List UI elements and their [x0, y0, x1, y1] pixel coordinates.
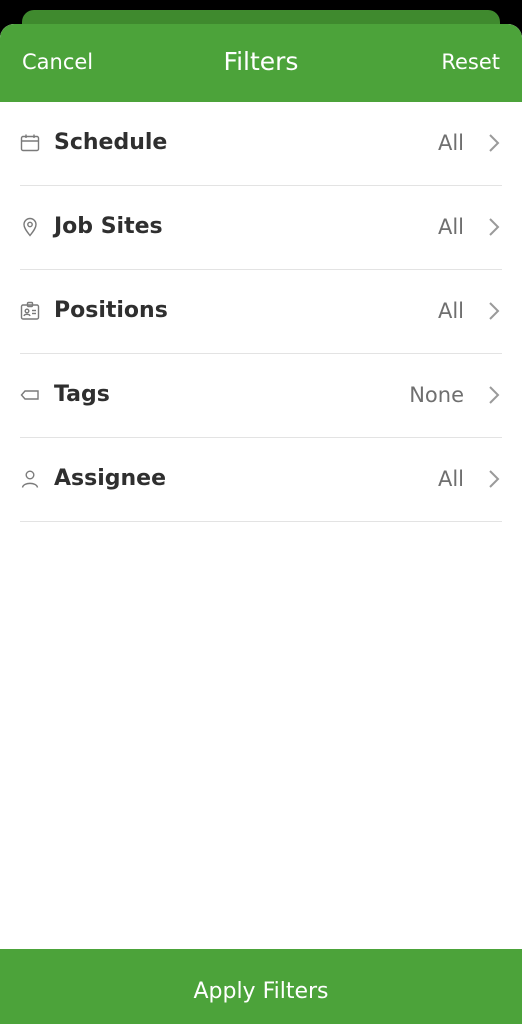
- apply-filters-button[interactable]: Apply Filters: [0, 949, 522, 1024]
- cancel-button[interactable]: Cancel: [22, 50, 93, 74]
- filter-row-tags[interactable]: Tags None: [20, 354, 502, 438]
- filter-list: Schedule All Job Sites All Positions All…: [20, 102, 502, 522]
- tag-icon: [20, 385, 40, 405]
- filter-label: Assignee: [54, 466, 167, 491]
- filter-value: All: [437, 215, 464, 239]
- chevron-right-icon: [488, 384, 500, 406]
- filter-label: Job Sites: [54, 214, 163, 239]
- chevron-right-icon: [488, 468, 500, 490]
- filter-value: All: [437, 467, 464, 491]
- filter-value: None: [409, 383, 464, 407]
- chevron-right-icon: [488, 216, 500, 238]
- filter-label: Positions: [54, 298, 168, 323]
- filters-header: Cancel Filters Reset: [0, 24, 522, 102]
- location-pin-icon: [20, 217, 40, 237]
- filter-value: All: [437, 131, 464, 155]
- calendar-icon: [20, 133, 40, 153]
- person-icon: [20, 469, 40, 489]
- chevron-right-icon: [488, 132, 500, 154]
- chevron-right-icon: [488, 300, 500, 322]
- filter-value: All: [437, 299, 464, 323]
- reset-button[interactable]: Reset: [441, 50, 500, 74]
- id-badge-icon: [20, 301, 40, 321]
- filter-label: Schedule: [54, 130, 168, 155]
- filter-row-assignee[interactable]: Assignee All: [20, 438, 502, 522]
- filters-screen: Cancel Filters Reset Schedule All Job Si…: [0, 0, 522, 1024]
- filters-sheet: Cancel Filters Reset Schedule All Job Si…: [0, 24, 522, 1024]
- filter-row-job-sites[interactable]: Job Sites All: [20, 186, 502, 270]
- filter-row-positions[interactable]: Positions All: [20, 270, 502, 354]
- filter-row-schedule[interactable]: Schedule All: [20, 102, 502, 186]
- filter-label: Tags: [54, 382, 110, 407]
